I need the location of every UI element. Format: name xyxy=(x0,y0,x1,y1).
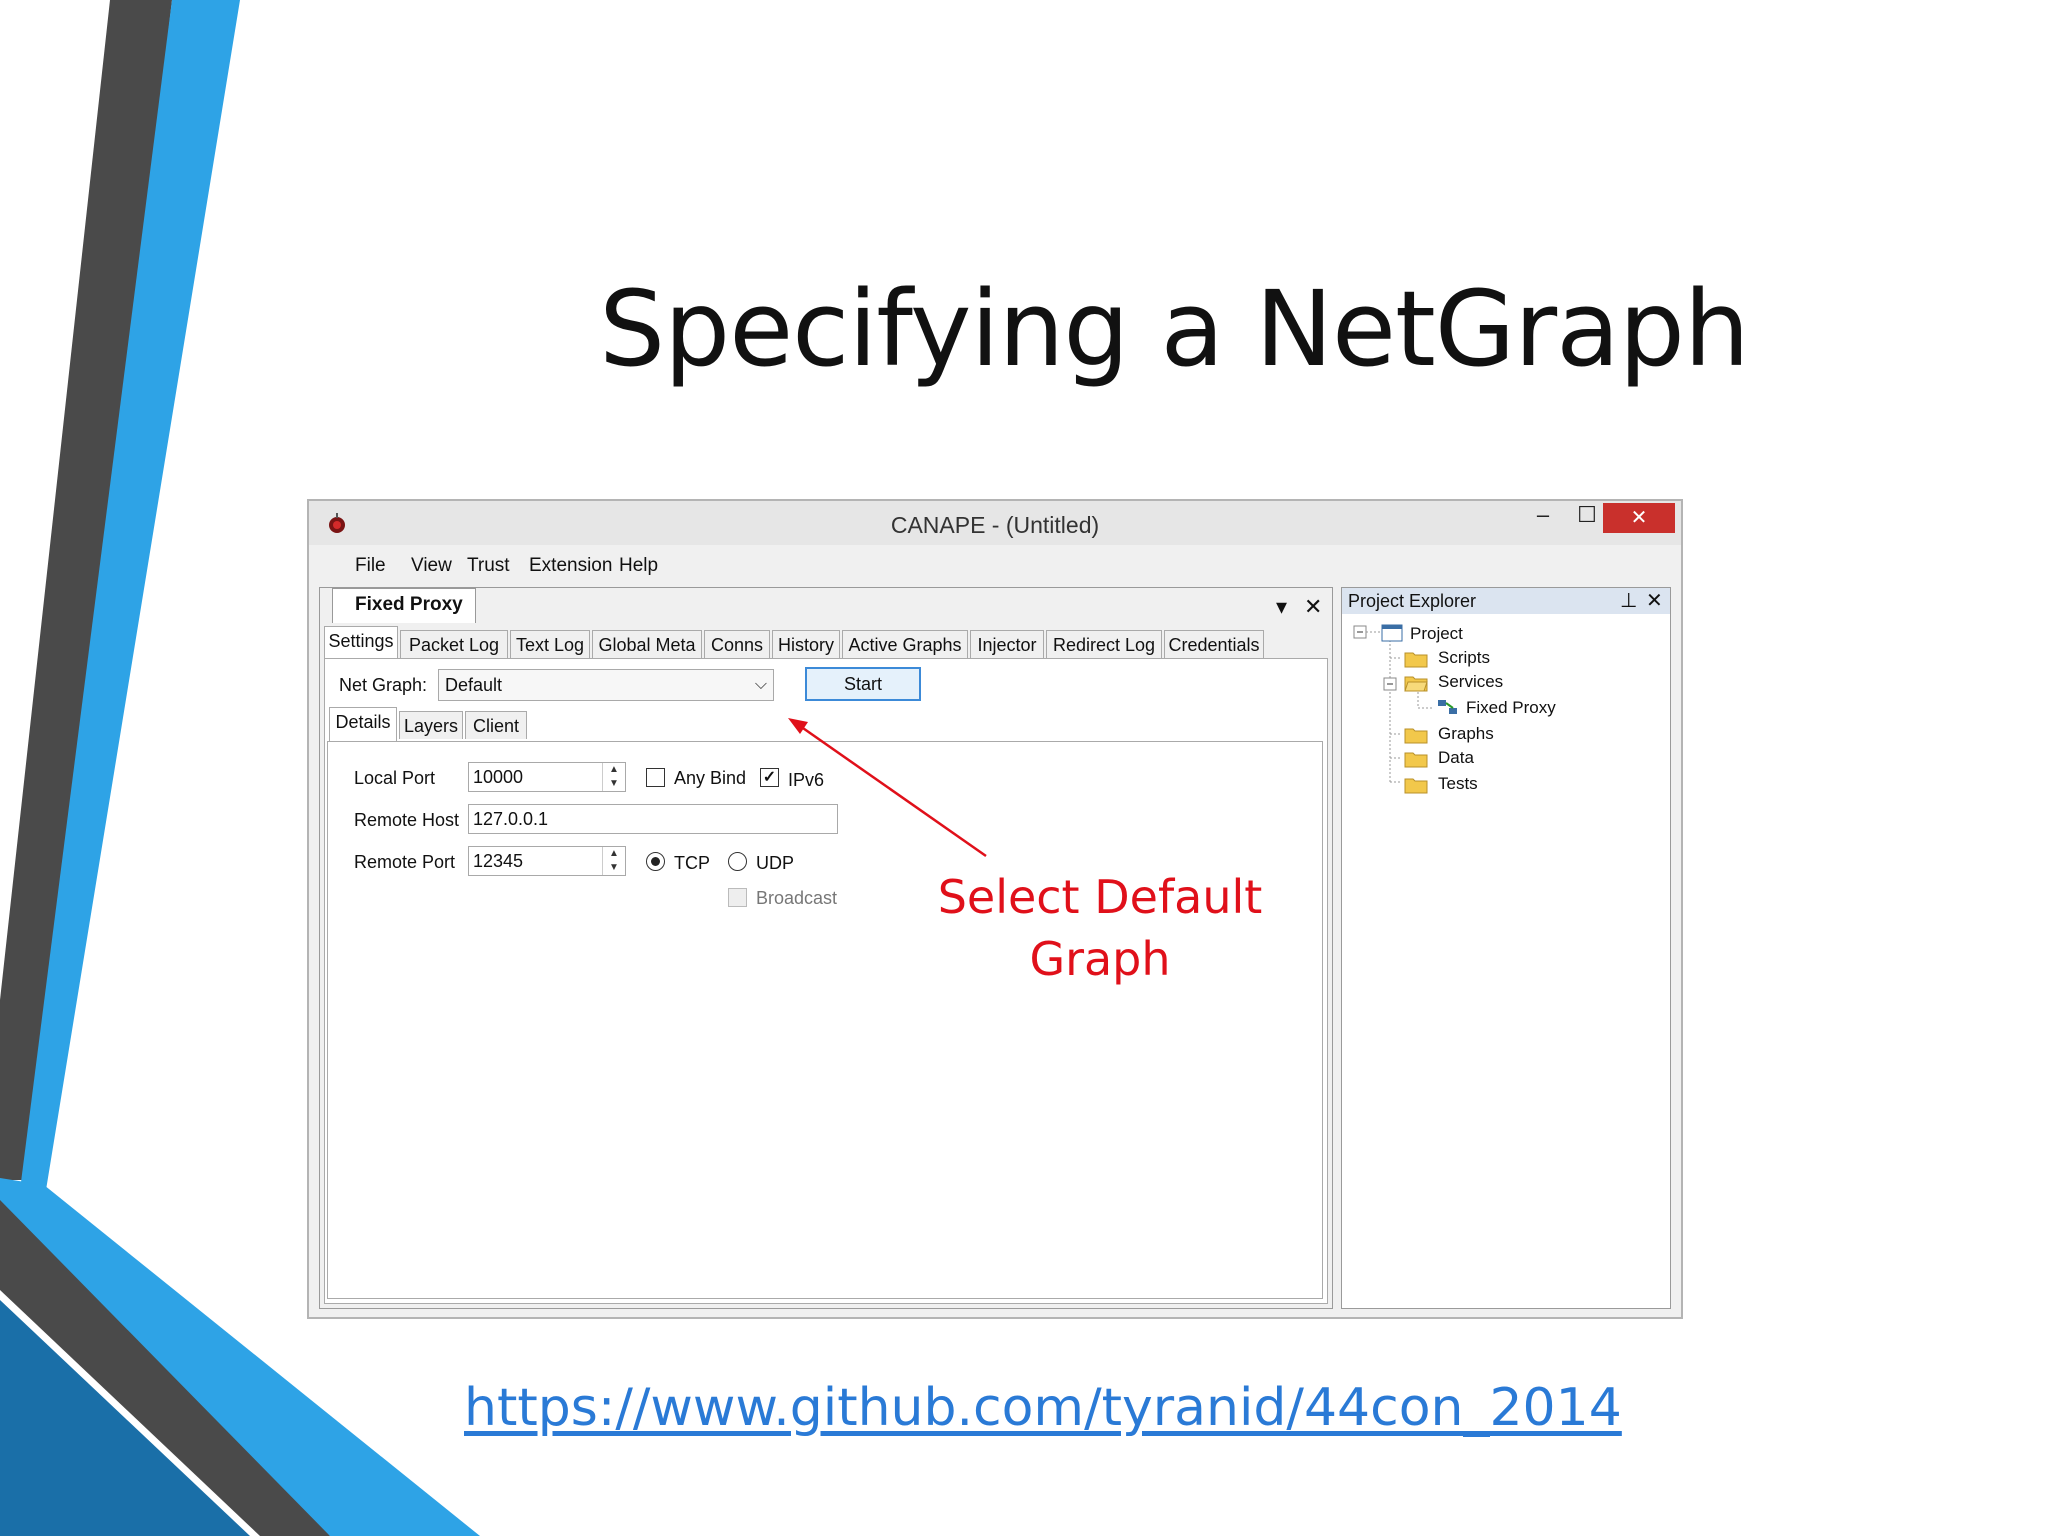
folder-icon xyxy=(1404,652,1428,668)
tab-settings[interactable]: Settings xyxy=(324,626,398,660)
tree-graphs[interactable]: Graphs xyxy=(1438,724,1494,744)
fixed-proxy-icon xyxy=(1438,700,1457,714)
menu-help[interactable]: Help xyxy=(619,555,658,577)
tab-redirect-log[interactable]: Redirect Log xyxy=(1046,630,1162,658)
project-explorer-title: Project Explorer xyxy=(1348,591,1477,611)
folder-open-icon xyxy=(1404,676,1428,692)
net-graph-value: Default xyxy=(445,675,503,695)
remote-port-value: 12345 xyxy=(473,851,524,871)
title-bar[interactable]: CANAPE - (Untitled) – ☐ ✕ xyxy=(309,501,1681,545)
local-port-input[interactable]: 10000 ▲ ▼ xyxy=(468,762,626,792)
tcp-radio[interactable] xyxy=(646,852,665,871)
ipv6-checkbox[interactable]: ✓ xyxy=(760,768,779,787)
details-page: Local Port 10000 ▲ ▼ Any Bind ✓ IPv6 Remo… xyxy=(327,741,1323,1299)
remote-host-input[interactable]: 127.0.0.1 xyxy=(468,804,838,834)
tcp-label: TCP xyxy=(674,853,710,873)
net-graph-label: Net Graph: xyxy=(339,675,428,695)
explorer-close-icon[interactable]: ✕ xyxy=(1646,588,1663,614)
start-button[interactable]: Start xyxy=(805,667,921,701)
udp-radio[interactable] xyxy=(728,852,747,871)
tree-data[interactable]: Data xyxy=(1438,748,1474,768)
folder-icon xyxy=(1404,728,1428,744)
tab-injector[interactable]: Injector xyxy=(970,630,1044,658)
remote-port-input[interactable]: 12345 ▲ ▼ xyxy=(468,846,626,876)
local-port-label: Local Port xyxy=(354,768,436,788)
remote-host-label: Remote Host xyxy=(354,810,460,830)
net-graph-select[interactable]: Default ⌵ xyxy=(438,669,774,701)
tree-project[interactable]: Project xyxy=(1410,624,1463,644)
doc-tab-fixed-proxy[interactable]: Fixed Proxy xyxy=(332,588,476,623)
window-title: CANAPE - (Untitled) xyxy=(890,512,1100,538)
ipv6-label: IPv6 xyxy=(788,770,825,790)
chevron-down-icon: ⌵ xyxy=(754,676,767,693)
broadcast-checkbox[interactable] xyxy=(728,888,747,907)
folder-icon xyxy=(1404,752,1428,768)
tab-packet-log[interactable]: Packet Log xyxy=(400,630,508,658)
menu-bar: File View Trust Extension Help xyxy=(319,545,1671,581)
tree-scripts[interactable]: Scripts xyxy=(1438,648,1490,668)
close-button[interactable]: ✕ xyxy=(1603,503,1675,533)
udp-label: UDP xyxy=(756,853,795,873)
menu-file[interactable]: File xyxy=(355,555,386,577)
tab-conns[interactable]: Conns xyxy=(704,630,770,658)
tab-credentials[interactable]: Credentials xyxy=(1164,630,1264,658)
radio-selected-dot xyxy=(651,857,660,866)
slide-title: Specifying a NetGraph xyxy=(599,268,1750,390)
menu-extension[interactable]: Extension xyxy=(529,555,612,577)
any-bind-checkbox[interactable] xyxy=(646,768,665,787)
remote-port-stepper[interactable]: ▲ ▼ xyxy=(602,847,625,875)
broadcast-label: Broadcast xyxy=(756,888,838,908)
github-link[interactable]: https://www.github.com/tyranid/44con_201… xyxy=(464,1378,1622,1438)
tab-global-meta[interactable]: Global Meta xyxy=(592,630,702,658)
pin-icon[interactable]: ⊥ xyxy=(1620,588,1637,614)
project-explorer: Project Explorer ⊥ ✕ Project Scripts Ser… xyxy=(1341,587,1671,1309)
tab-active-graphs[interactable]: Active Graphs xyxy=(842,630,968,658)
tab-layers[interactable]: Layers xyxy=(399,711,463,739)
tree-fixed-proxy[interactable]: Fixed Proxy xyxy=(1466,698,1556,718)
doc-close-icon[interactable]: ✕ xyxy=(1304,594,1322,620)
any-bind-label: Any Bind xyxy=(674,768,747,788)
tab-history[interactable]: History xyxy=(772,630,840,658)
doc-dropdown-icon[interactable]: ▾ xyxy=(1276,594,1287,620)
tab-text-log[interactable]: Text Log xyxy=(510,630,590,658)
folder-icon xyxy=(1404,778,1428,794)
project-explorer-header: Project Explorer ⊥ ✕ xyxy=(1342,588,1670,614)
tab-client[interactable]: Client xyxy=(465,711,527,739)
local-port-stepper[interactable]: ▲ ▼ xyxy=(602,763,625,791)
remote-port-label: Remote Port xyxy=(354,852,456,872)
tree-services[interactable]: Services xyxy=(1438,672,1503,692)
tree-tests[interactable]: Tests xyxy=(1438,774,1478,794)
dark-stripe-top xyxy=(0,0,172,1180)
local-port-value: 10000 xyxy=(473,767,524,787)
project-icon xyxy=(1381,624,1403,642)
annotation-line-1: Select Default xyxy=(937,870,1263,924)
minimize-button[interactable]: – xyxy=(1521,501,1565,533)
annotation-text: Select Default Graph xyxy=(930,866,1270,990)
tab-details[interactable]: Details xyxy=(329,707,397,741)
annotation-line-2: Graph xyxy=(1029,932,1171,986)
menu-view[interactable]: View xyxy=(411,555,452,577)
menu-trust[interactable]: Trust xyxy=(467,555,510,577)
remote-host-value: 127.0.0.1 xyxy=(473,809,549,829)
